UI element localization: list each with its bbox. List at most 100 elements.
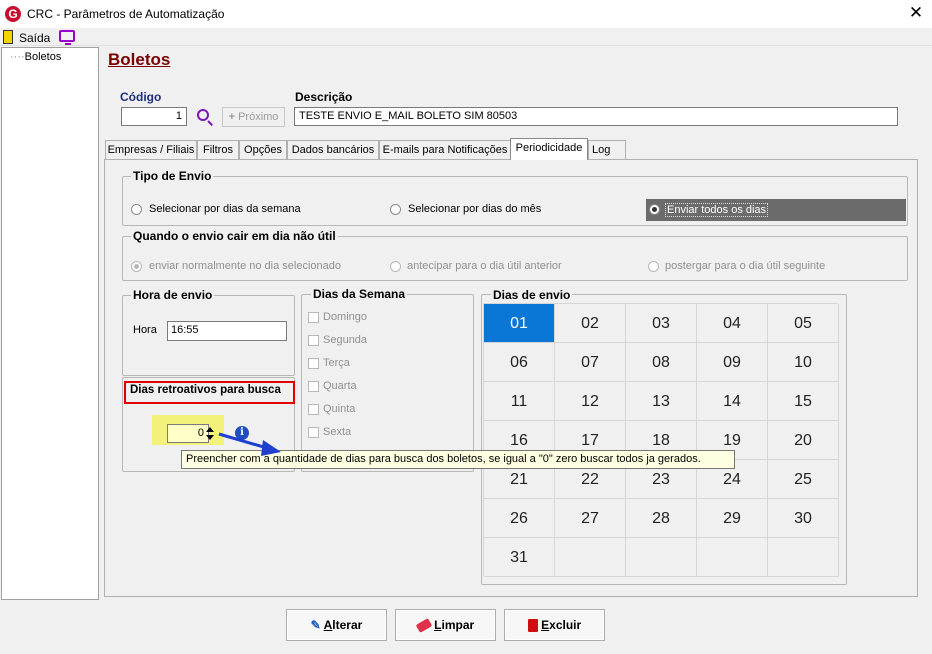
spin-up-arrow-icon[interactable] — [206, 427, 214, 432]
empty-day-cell — [768, 538, 839, 577]
checkbox-terca[interactable] — [308, 358, 319, 369]
exit-door-icon[interactable] — [3, 30, 13, 44]
radio-dias-mes[interactable] — [390, 204, 401, 215]
pencil-icon: ✎ — [310, 618, 321, 632]
day-cell-10[interactable]: 10 — [768, 343, 839, 382]
empty-day-cell — [697, 538, 768, 577]
day-cell-07[interactable]: 07 — [555, 343, 626, 382]
radio-dias-semana-label[interactable]: Selecionar por dias da semana — [149, 203, 301, 215]
day-cell-28[interactable]: 28 — [626, 499, 697, 538]
checkbox-quinta-label[interactable]: Quinta — [323, 403, 355, 415]
dias-envio-calendar: 01 02 03 04 05 06 07 08 09 10 11 12 13 14 15 16 17 18 19 20… — [483, 303, 839, 577]
radio-todos-dias-label[interactable]: Enviar todos os dias — [665, 203, 769, 217]
search-icon[interactable] — [197, 109, 209, 121]
alter-button-label: lterar — [332, 618, 363, 632]
tab-filtros[interactable]: Filtros — [197, 140, 239, 159]
clear-button-label: impar — [441, 618, 475, 632]
window-title: CRC - Parâmetros de Automatização — [27, 7, 225, 21]
next-button-label: Próximo — [238, 111, 279, 123]
delete-button[interactable]: Excluir — [504, 609, 605, 641]
checkbox-quinta[interactable] — [308, 404, 319, 415]
day-cell-11[interactable]: 11 — [484, 382, 555, 421]
tab-opcoes[interactable]: Opções — [239, 140, 287, 159]
tab-emails-notificacoes[interactable]: E-mails para Notificações — [379, 140, 511, 159]
description-input[interactable]: TESTE ENVIO E_MAIL BOLETO SIM 80503 — [294, 107, 898, 126]
day-cell-08[interactable]: 08 — [626, 343, 697, 382]
hora-label: Hora — [133, 324, 157, 336]
pointer-arrow — [218, 432, 281, 456]
spin-down-arrow-icon[interactable] — [206, 435, 214, 440]
close-button[interactable]: ✕ — [904, 3, 928, 23]
delete-button-mnemonic: E — [541, 618, 550, 632]
trash-icon — [527, 619, 538, 633]
day-cell-20[interactable]: 20 — [768, 421, 839, 460]
tab-periodicidade[interactable]: Periodicidade — [510, 138, 588, 160]
radio-antecipar-label[interactable]: antecipar para o dia útil anterior — [407, 260, 562, 272]
day-cell-04[interactable]: 04 — [697, 304, 768, 343]
checkbox-sexta-label[interactable]: Sexta — [323, 426, 351, 438]
day-cell-05[interactable]: 05 — [768, 304, 839, 343]
radio-todos-dias[interactable] — [649, 204, 660, 215]
day-cell-01[interactable]: 01 — [484, 304, 555, 343]
radio-antecipar[interactable] — [390, 261, 401, 272]
day-cell-03[interactable]: 03 — [626, 304, 697, 343]
exit-menu-item[interactable]: Saída — [19, 31, 50, 45]
day-cell-12[interactable]: 12 — [555, 382, 626, 421]
code-label: Código — [120, 90, 162, 104]
day-cell-15[interactable]: 15 — [768, 382, 839, 421]
sidebar-tree — [1, 47, 99, 600]
checkbox-terca-label[interactable]: Terça — [323, 357, 350, 369]
description-label: Descrição — [295, 90, 353, 104]
app-logo-icon: G — [5, 6, 21, 22]
next-button[interactable]: + Próximo — [222, 107, 285, 127]
tipo-envio-title: Tipo de Envio — [131, 169, 214, 183]
empty-day-cell — [626, 538, 697, 577]
menu-bar — [0, 28, 932, 46]
day-cell-30[interactable]: 30 — [768, 499, 839, 538]
code-input[interactable]: 1 — [121, 107, 187, 126]
alter-button-mnemonic: A — [323, 618, 333, 632]
hora-envio-title: Hora de envio — [131, 288, 215, 302]
checkbox-domingo-label[interactable]: Domingo — [323, 311, 367, 323]
radio-postergar-label[interactable]: postergar para o dia útil seguinte — [665, 260, 825, 272]
sidebar-item-label: Boletos — [24, 51, 62, 63]
tab-dados-bancarios[interactable]: Dados bancários — [287, 140, 379, 159]
day-cell-27[interactable]: 27 — [555, 499, 626, 538]
radio-postergar[interactable] — [648, 261, 659, 272]
dias-envio-title: Dias de envio — [491, 288, 573, 302]
day-cell-14[interactable]: 14 — [697, 382, 768, 421]
checkbox-quarta-label[interactable]: Quarta — [323, 380, 357, 392]
dias-retroativos-title: Dias retroativos para busca — [128, 384, 283, 396]
day-cell-06[interactable]: 06 — [484, 343, 555, 382]
page-title: Boletos — [108, 50, 171, 69]
hora-input[interactable]: 16:55 — [167, 321, 287, 341]
tab-log[interactable]: Log — [588, 140, 626, 159]
delete-button-label: xcluir — [549, 618, 582, 632]
day-cell-31[interactable]: 31 — [484, 538, 555, 577]
radio-enviar-normalmente-label[interactable]: enviar normalmente no dia selecionado — [149, 260, 341, 272]
radio-enviar-normalmente[interactable] — [131, 261, 142, 272]
eraser-icon — [415, 618, 433, 634]
checkbox-segunda-label[interactable]: Segunda — [323, 334, 367, 346]
day-cell-29[interactable]: 29 — [697, 499, 768, 538]
checkbox-domingo[interactable] — [308, 312, 319, 323]
dia-nao-util-title: Quando o envio cair em dia não útil — [131, 229, 338, 243]
alter-button[interactable]: ✎ Alterar — [286, 609, 387, 641]
radio-dias-semana[interactable] — [131, 204, 142, 215]
tab-empresas-filiais[interactable]: Empresas / Filiais — [105, 140, 197, 159]
day-cell-26[interactable]: 26 — [484, 499, 555, 538]
day-cell-25[interactable]: 25 — [768, 460, 839, 499]
checkbox-quarta[interactable] — [308, 381, 319, 392]
day-cell-02[interactable]: 02 — [555, 304, 626, 343]
checkbox-segunda[interactable] — [308, 335, 319, 346]
sidebar-item-boletos[interactable]: ····Boletos — [10, 51, 61, 63]
dias-semana-title: Dias da Semana — [311, 287, 408, 301]
dias-retroativos-input[interactable]: 0 — [167, 424, 209, 443]
day-cell-09[interactable]: 09 — [697, 343, 768, 382]
checkbox-sexta[interactable] — [308, 427, 319, 438]
day-cell-13[interactable]: 13 — [626, 382, 697, 421]
radio-dias-mes-label[interactable]: Selecionar por dias do mês — [408, 203, 541, 215]
empty-day-cell — [555, 538, 626, 577]
clear-button[interactable]: Limpar — [395, 609, 496, 641]
monitor-icon[interactable] — [59, 30, 75, 45]
